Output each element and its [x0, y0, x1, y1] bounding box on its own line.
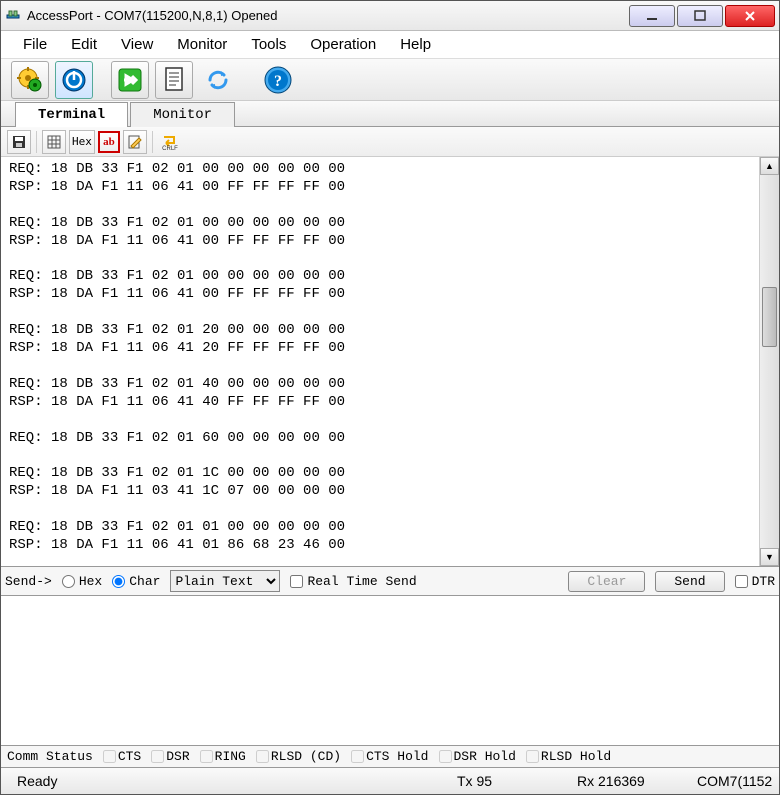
scroll-down-icon[interactable]: ▼ [760, 548, 779, 566]
menu-edit[interactable]: Edit [59, 32, 109, 57]
terminal-wrapper: REQ: 18 DB 33 F1 02 01 00 00 00 00 00 00… [1, 157, 779, 566]
clear-button[interactable]: Clear [568, 571, 645, 592]
vertical-scrollbar[interactable]: ▲ ▼ [759, 157, 779, 566]
tab-monitor[interactable]: Monitor [130, 102, 235, 127]
divider [36, 131, 37, 153]
window-titlebar: AccessPort - COM7(115200,N,8,1) Opened [1, 1, 779, 31]
power-button[interactable] [55, 61, 93, 99]
document-button[interactable] [155, 61, 193, 99]
menu-file[interactable]: File [11, 32, 59, 57]
status-ready: Ready [9, 773, 449, 789]
settings-button[interactable] [11, 61, 49, 99]
close-button[interactable] [725, 5, 775, 27]
status-tx: Tx 95 [449, 773, 569, 789]
app-icon [5, 8, 21, 24]
menu-tools[interactable]: Tools [239, 32, 298, 57]
send-button[interactable]: Send [655, 571, 724, 592]
tab-terminal[interactable]: Terminal [15, 102, 128, 127]
ring-flag: RING [200, 749, 246, 764]
refresh-button[interactable] [199, 61, 237, 99]
maximize-button[interactable] [677, 5, 723, 27]
format-select[interactable]: Plain Text [170, 570, 280, 592]
terminal-output[interactable]: REQ: 18 DB 33 F1 02 01 00 00 00 00 00 00… [1, 157, 759, 566]
tab-row: Terminal Monitor [1, 101, 779, 127]
dtr-checkbox-label[interactable]: DTR [735, 574, 775, 589]
status-bar: Ready Tx 95 Rx 216369 COM7(1152 [1, 768, 779, 794]
save-icon[interactable] [7, 130, 31, 154]
menu-help[interactable]: Help [388, 32, 443, 57]
rlsd-flag: RLSD (CD) [256, 749, 341, 764]
char-radio[interactable] [112, 575, 125, 588]
run-button[interactable] [111, 61, 149, 99]
svg-text:CRLF: CRLF [162, 146, 178, 151]
dtr-checkbox[interactable] [735, 575, 748, 588]
main-toolbar: ? [1, 59, 779, 101]
window-title: AccessPort - COM7(115200,N,8,1) Opened [27, 8, 629, 23]
scroll-up-icon[interactable]: ▲ [760, 157, 779, 175]
send-label: Send-> [5, 574, 52, 589]
scroll-thumb[interactable] [762, 287, 777, 347]
divider [152, 131, 153, 153]
status-port: COM7(1152 [689, 773, 780, 789]
hex-radio[interactable] [62, 575, 75, 588]
hex-radio-label[interactable]: Hex [62, 574, 102, 589]
text-mode-button[interactable]: ab [98, 131, 120, 153]
menu-operation[interactable]: Operation [298, 32, 388, 57]
comm-status-bar: Comm Status CTS DSR RING RLSD (CD) CTS H… [1, 746, 779, 768]
menu-view[interactable]: View [109, 32, 165, 57]
realtime-checkbox[interactable] [290, 575, 303, 588]
grid-icon[interactable] [42, 130, 66, 154]
dsr-flag: DSR [151, 749, 189, 764]
minimize-button[interactable] [629, 5, 675, 27]
crlf-icon[interactable]: CRLF [158, 130, 182, 154]
edit-icon[interactable] [123, 130, 147, 154]
status-rx: Rx 216369 [569, 773, 689, 789]
svg-text:?: ? [274, 73, 282, 90]
send-bar: Send-> Hex Char Plain Text Real Time Sen… [1, 566, 779, 596]
help-button[interactable]: ? [259, 61, 297, 99]
char-radio-label[interactable]: Char [112, 574, 160, 589]
menubar: File Edit View Monitor Tools Operation H… [1, 31, 779, 59]
cts-flag: CTS [103, 749, 141, 764]
hex-mode-button[interactable]: Hex [69, 130, 95, 154]
realtime-checkbox-label[interactable]: Real Time Send [290, 574, 416, 589]
comm-status-label: Comm Status [7, 749, 93, 764]
send-textarea[interactable] [1, 596, 779, 746]
menu-monitor[interactable]: Monitor [165, 32, 239, 57]
dsr-hold-flag: DSR Hold [439, 749, 516, 764]
rlsd-hold-flag: RLSD Hold [526, 749, 611, 764]
sub-toolbar: Hex ab CRLF [1, 127, 779, 157]
cts-hold-flag: CTS Hold [351, 749, 428, 764]
